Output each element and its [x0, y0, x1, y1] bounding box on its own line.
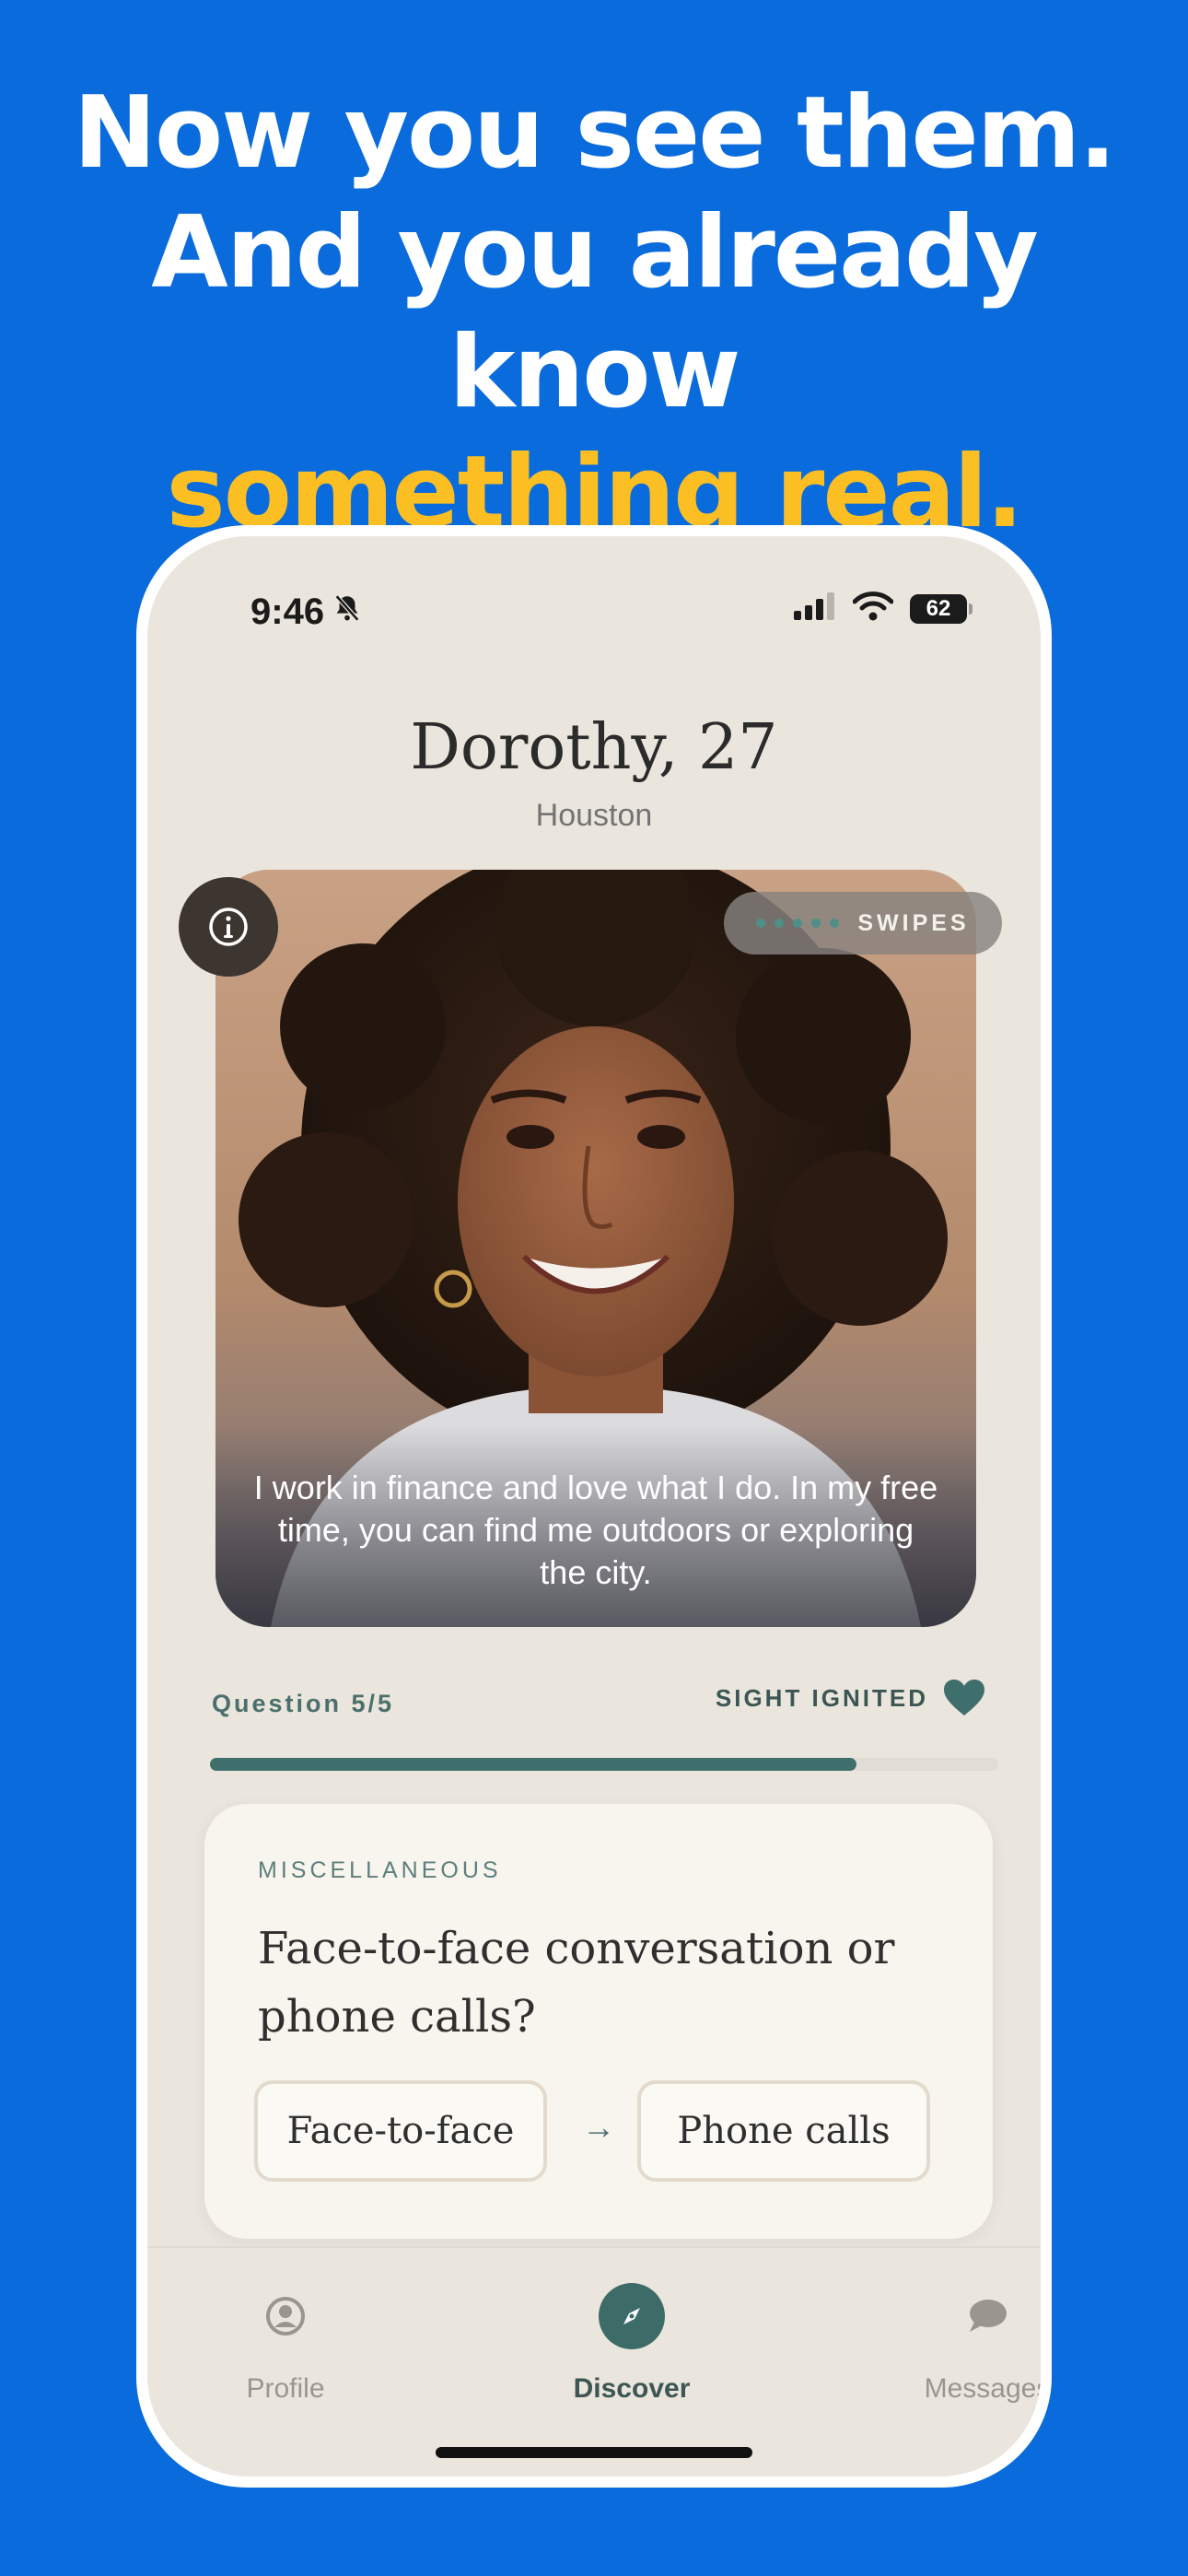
phone-frame: 9:46 62 Dorothy, 27 Houston I work in fi…	[136, 525, 1052, 2488]
sight-ignited-label: SIGHT IGNITED	[715, 1683, 928, 1712]
swipes-label: SWIPES	[857, 909, 970, 936]
swipe-dot	[756, 919, 766, 928]
question-card: MISCELLANEOUS Face-to-face conversation …	[204, 1804, 993, 2239]
status-time-text: 9:46	[250, 591, 325, 632]
profile-photo-card[interactable]: I work in finance and love what I do. In…	[215, 870, 976, 1627]
arrow-right-icon: →	[582, 2108, 615, 2146]
question-category: MISCELLANEOUS	[258, 1857, 502, 1883]
profile-bio: I work in finance and love what I do. In…	[253, 1469, 938, 1591]
app-screen: 9:46 62 Dorothy, 27 Houston I work in fi…	[147, 536, 1041, 2476]
info-button[interactable]	[179, 877, 278, 977]
signal-icon	[794, 592, 836, 625]
status-time: 9:46	[250, 591, 363, 633]
tab-profile[interactable]: Profile	[184, 2283, 387, 2405]
question-progress-fill	[210, 1758, 856, 1771]
chat-bubble-icon	[970, 2300, 1007, 2332]
promo-headline: Now you see them. And you already know s…	[0, 74, 1188, 553]
compass-icon	[599, 2283, 665, 2349]
swipes-indicator: SWIPES	[724, 892, 1002, 954]
question-counter: Question 5/5	[212, 1690, 395, 1717]
home-indicator	[436, 2447, 752, 2458]
bottom-tab-bar: Profile Discover Messages	[147, 2246, 1041, 2476]
info-icon	[209, 907, 248, 946]
tab-messages[interactable]: Messages	[886, 2283, 1041, 2405]
headline-line-1: Now you see them.	[73, 76, 1117, 191]
tab-profile-label: Profile	[246, 2373, 325, 2404]
tab-discover-label: Discover	[573, 2373, 691, 2404]
tab-discover[interactable]: Discover	[530, 2283, 733, 2405]
option-face-to-face-button[interactable]: Face-to-face	[254, 2080, 547, 2182]
profile-city: Houston	[535, 798, 653, 833]
swipe-dot	[775, 919, 785, 928]
heart-icon	[944, 1680, 984, 1715]
battery-icon: 62	[910, 593, 973, 624]
profile-icon	[266, 2297, 305, 2336]
question-text: Face-to-face conversation or phone calls…	[258, 1923, 895, 2043]
sight-ignited-status: SIGHT IGNITED	[716, 1679, 985, 1717]
profile-name-age: Dorothy, 27	[410, 711, 778, 784]
swipe-dot	[830, 919, 840, 928]
question-progress-bar	[210, 1758, 998, 1771]
wifi-icon	[852, 591, 894, 626]
tab-messages-label: Messages	[924, 2373, 1041, 2404]
bell-muted-icon	[332, 591, 363, 633]
status-indicators: 62	[794, 591, 973, 626]
option-phone-calls-button[interactable]: Phone calls	[637, 2080, 930, 2182]
headline-line-2: And you already know	[151, 195, 1038, 430]
swipe-dot	[793, 919, 803, 928]
swipe-dot	[811, 919, 821, 928]
